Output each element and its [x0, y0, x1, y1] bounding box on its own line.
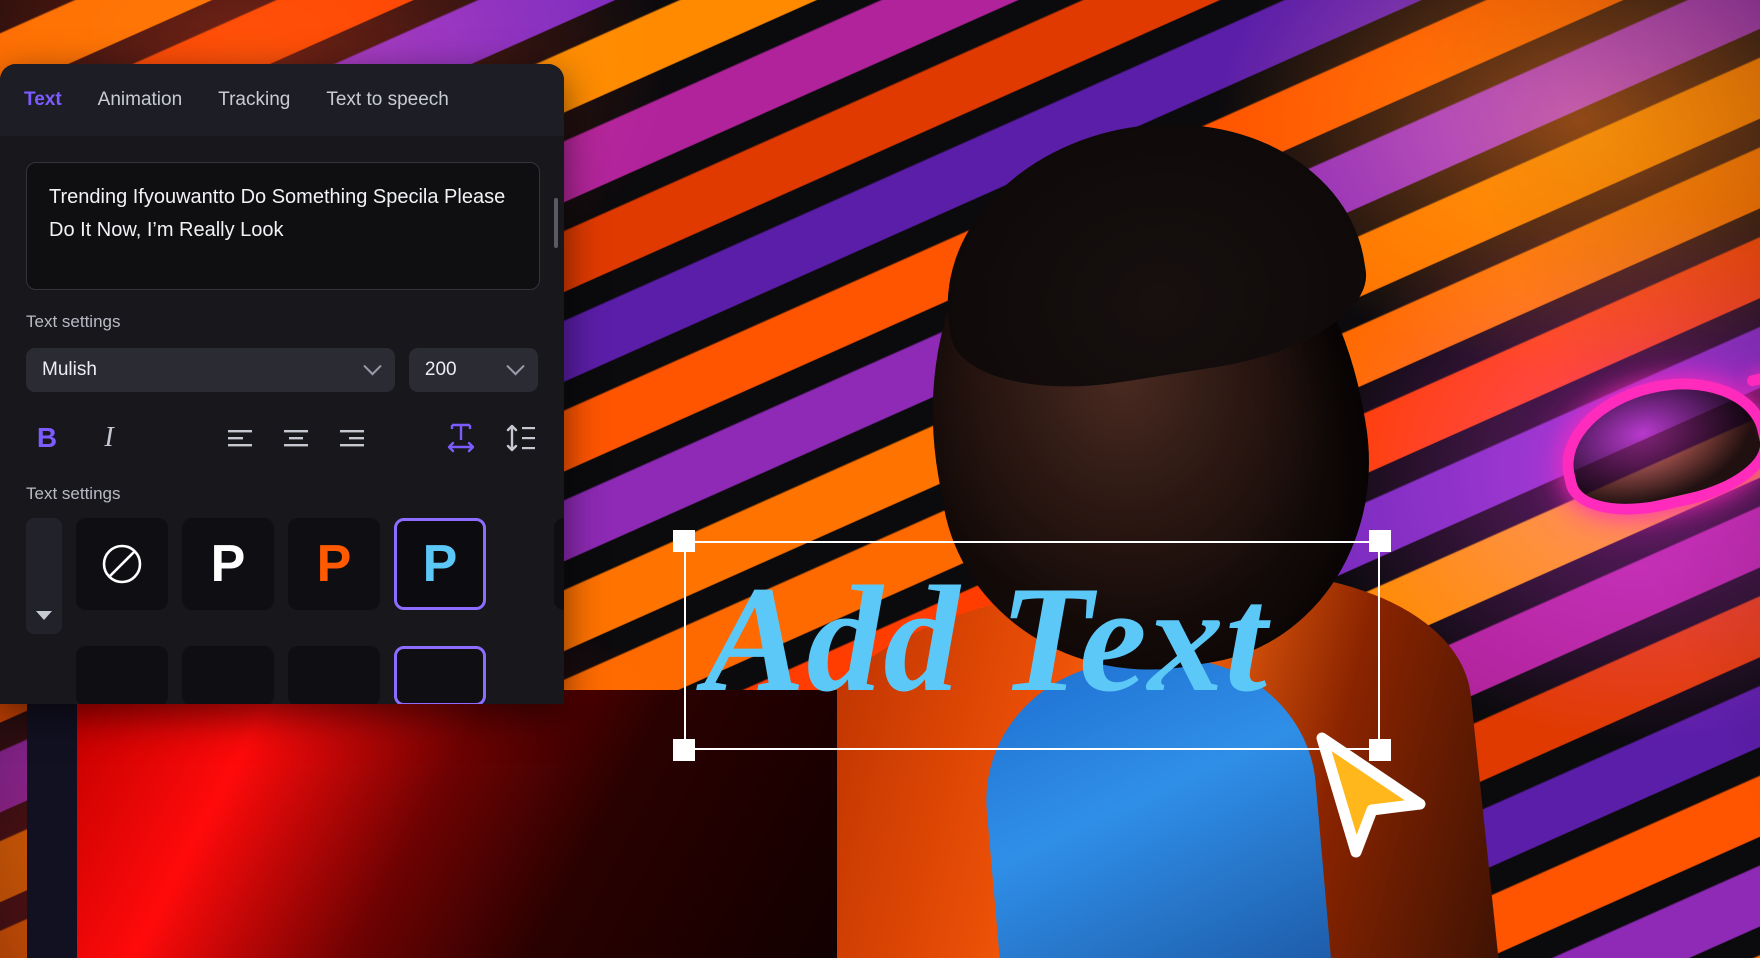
tab-text-to-speech[interactable]: Text to speech	[324, 85, 451, 115]
chevron-down-icon[interactable]	[36, 611, 52, 620]
text-settings-label: Text settings	[26, 312, 121, 331]
tab-text[interactable]: Text	[22, 85, 64, 115]
line-height-glyph	[506, 424, 535, 452]
align-left-icon[interactable]	[226, 427, 254, 449]
bold-button[interactable]: B	[26, 422, 68, 454]
sunglasses-bridge	[1746, 367, 1760, 388]
no-style-icon	[102, 544, 142, 584]
preset-row-clipped	[26, 646, 486, 704]
text-settings-panel: Text Animation Tracking Text to speech T…	[0, 64, 564, 704]
letter-spacing-glyph	[447, 423, 475, 453]
font-size-select[interactable]: 200	[408, 348, 538, 392]
preset-list: P P P	[76, 518, 486, 610]
preset-white-p[interactable]: P	[182, 518, 274, 610]
app-stage: Add Text Text Animation Tracking Text to…	[0, 0, 1760, 958]
text-input-scrollbar[interactable]	[554, 198, 558, 248]
cursor-arrow-icon	[1316, 732, 1426, 858]
canvas-text-element[interactable]: Add Text	[673, 530, 1391, 761]
resize-handle-bottom-left[interactable]	[673, 739, 695, 761]
preset-row2-item-selected[interactable]	[394, 646, 486, 704]
chevron-down-icon	[506, 356, 525, 375]
preset-row2-item[interactable]	[288, 646, 380, 704]
preset-none[interactable]	[76, 518, 168, 610]
tab-animation[interactable]: Animation	[96, 85, 185, 115]
mouse-cursor	[1312, 732, 1432, 858]
alignment-group	[226, 427, 366, 449]
align-right-icon[interactable]	[338, 427, 366, 449]
preset-blue-p[interactable]: P	[394, 518, 486, 610]
resize-handle-top-left[interactable]	[673, 530, 695, 552]
text-presets-area: P P P	[26, 518, 564, 704]
align-center-icon[interactable]	[282, 427, 310, 449]
line-height-icon[interactable]	[504, 421, 538, 455]
letter-spacing-icon[interactable]	[444, 421, 478, 455]
panel-body: Trending Ifyouwantto Do Something Specil…	[0, 136, 564, 704]
canvas-text-label: Add Text	[704, 555, 1268, 723]
text-input[interactable]: Trending Ifyouwantto Do Something Specil…	[26, 162, 540, 290]
font-row: Mulish 200	[26, 348, 538, 392]
font-family-select[interactable]: Mulish	[26, 348, 395, 392]
align-right-glyph	[340, 430, 364, 447]
preset-row2-item[interactable]	[76, 646, 168, 704]
font-family-value: Mulish	[42, 359, 97, 380]
panel-tab-bar: Text Animation Tracking Text to speech	[0, 64, 564, 136]
italic-button[interactable]: I	[88, 422, 130, 454]
preset-row2-item[interactable]	[182, 646, 274, 704]
spacing-group	[444, 421, 538, 455]
chevron-down-icon	[363, 356, 382, 375]
font-size-value: 200	[424, 359, 457, 380]
resize-handle-top-right[interactable]	[1369, 530, 1391, 552]
sunglasses-lens-left	[1547, 358, 1760, 531]
preset-orange-p[interactable]: P	[288, 518, 380, 610]
tab-tracking[interactable]: Tracking	[216, 85, 292, 115]
align-left-glyph	[228, 430, 252, 447]
align-center-glyph	[284, 430, 308, 447]
canvas-left-edge	[27, 690, 77, 958]
text-presets-label: Text settings	[26, 484, 121, 503]
presets-scrollbar[interactable]	[26, 518, 62, 634]
format-toolbar: B I	[26, 418, 538, 458]
preset-next-partial[interactable]	[554, 518, 564, 610]
